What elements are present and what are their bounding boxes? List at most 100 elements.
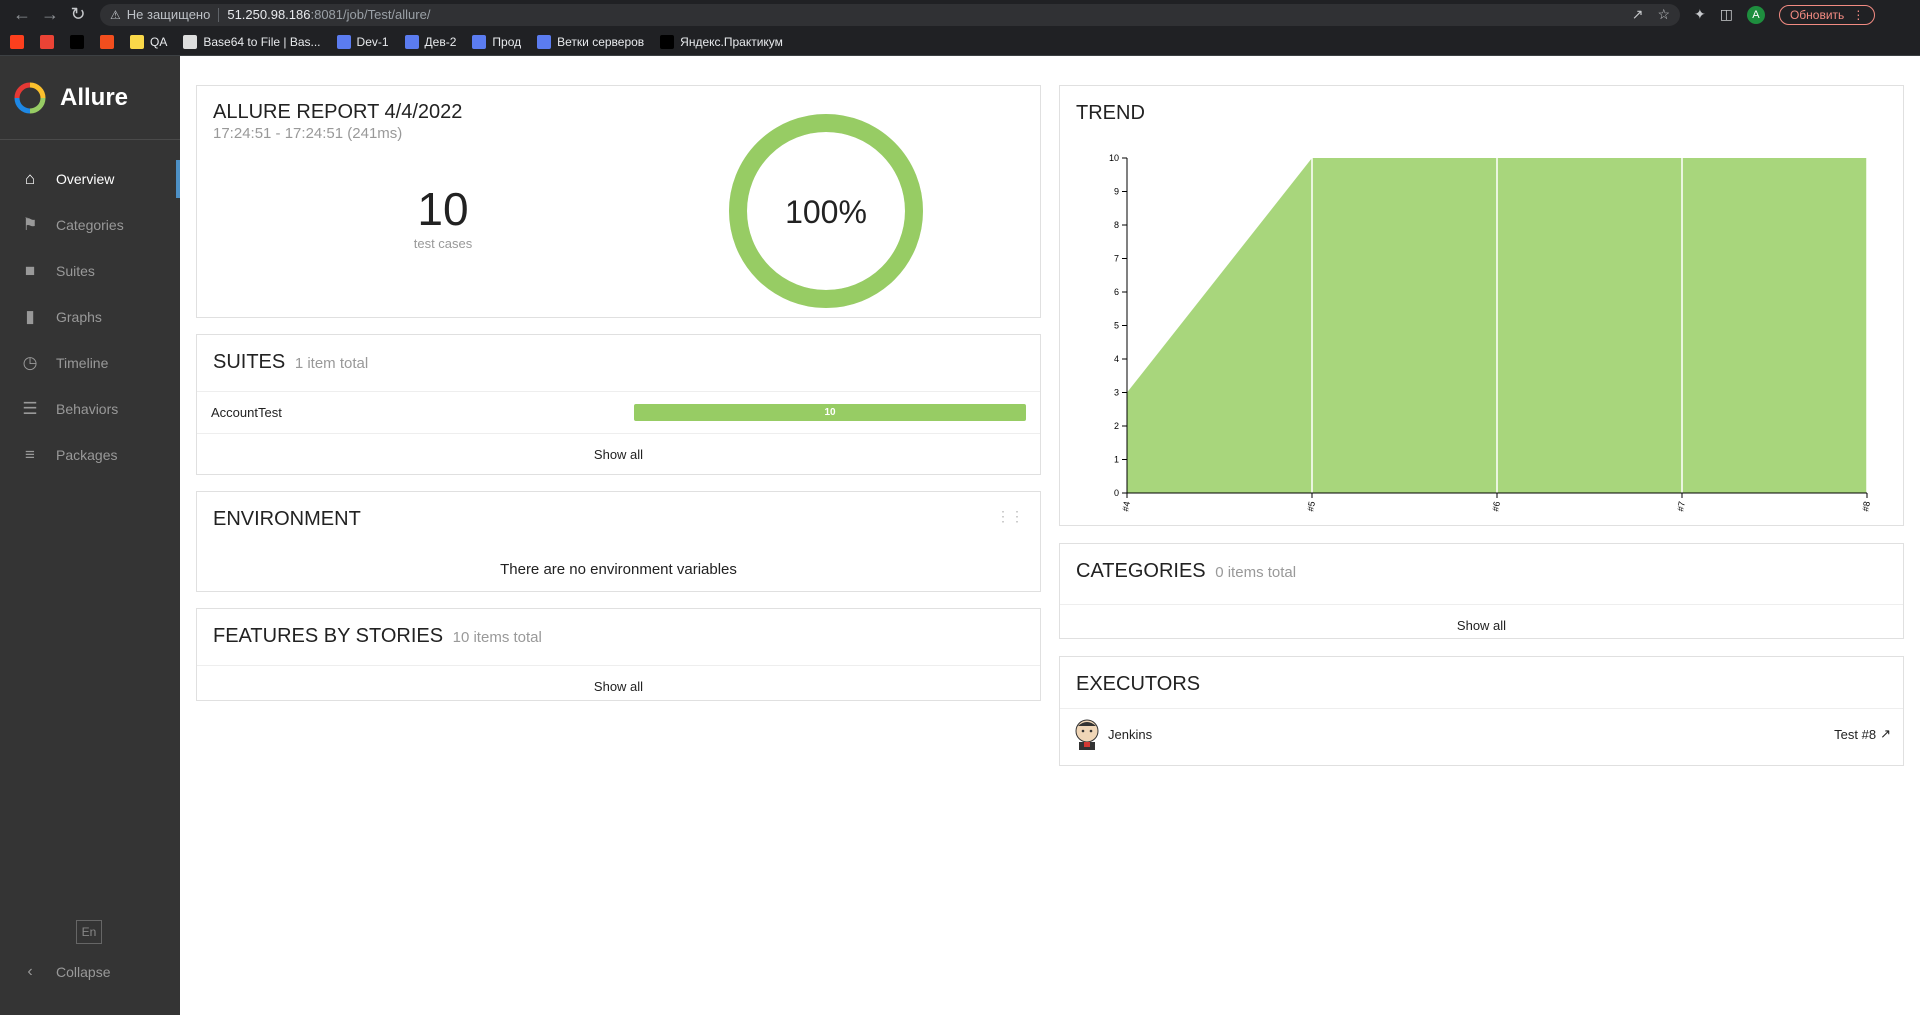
clock-icon: ◷ <box>22 353 38 372</box>
categories-subtitle: 0 items total <box>1215 564 1297 581</box>
profile-avatar[interactable]: A <box>1746 5 1765 24</box>
suites-header: SUITES 1 item total <box>197 335 1040 391</box>
figma-icon <box>100 35 114 49</box>
sidebar-item-packages[interactable]: ≡ Packages <box>0 432 180 478</box>
executors-title: EXECUTORS <box>1076 673 1201 695</box>
sidebar-item-suites[interactable]: ■ Suites <box>0 248 180 294</box>
collapse-button[interactable]: ‹ Collapse <box>18 963 110 981</box>
url-host: 51.250.98.186 <box>227 7 311 22</box>
executor-build: Test #8 <box>1834 726 1877 742</box>
environment-widget: ENVIRONMENT ⋮⋮ There are no environment … <box>196 491 1041 592</box>
bar-chart-icon: ▮ <box>25 307 35 326</box>
warning-icon: ⚠ <box>110 7 121 22</box>
youtrack-icon <box>70 35 84 49</box>
brand[interactable]: Allure <box>0 56 180 140</box>
suite-name: AccountTest <box>211 405 282 420</box>
suites-title: SUITES <box>213 351 286 373</box>
categories-header: CATEGORIES 0 items total <box>1060 544 1903 604</box>
x-tick-label: #6 <box>1490 501 1502 513</box>
reload-button[interactable]: ↻ <box>64 1 92 29</box>
suites-subtitle: 1 item total <box>294 355 369 372</box>
sidebar-item-overview[interactable]: ⌂ Overview <box>0 156 180 202</box>
y-tick-label: 0 <box>1114 488 1119 498</box>
x-tick-label: #8 <box>1860 501 1872 513</box>
yandex-icon <box>10 35 24 49</box>
suite-row[interactable]: AccountTest 10 <box>197 391 1040 433</box>
bookmarks-bar: QA Base64 to File | Bas... Dev-1 Дев-2 Прод В… <box>0 29 1920 56</box>
x-tick-label: #7 <box>1675 501 1687 513</box>
bookmark-label: QA <box>150 35 168 49</box>
sidebar-item-timeline[interactable]: ◷ Timeline <box>0 340 180 386</box>
gmail-icon <box>40 35 54 49</box>
home-icon: ⌂ <box>24 169 36 188</box>
drag-handle-icon[interactable]: ⋮⋮ <box>996 508 1024 525</box>
features-title: FEATURES BY STORIES <box>213 625 444 647</box>
external-link-icon: ↗ <box>1880 726 1891 741</box>
x-tick-label: #4 <box>1120 501 1132 513</box>
bookmark-1[interactable] <box>40 35 54 49</box>
sidebar-item-label: Behaviors <box>56 401 119 417</box>
update-button[interactable]: Обновить ⋮ <box>1778 4 1876 25</box>
folder-icon <box>130 35 144 49</box>
sidebar-menu: ⌂ Overview ⚑ Categories ■ Suites ▮ Graphs ◷ Timel… <box>0 156 180 478</box>
bookmark-7[interactable]: Дев-2 <box>404 35 456 49</box>
sidebar-item-behaviors[interactable]: ☰ Behaviors <box>0 386 180 432</box>
features-widget: FEATURES BY STORIES 10 items total Show … <box>196 608 1041 701</box>
suites-show-all[interactable]: Show all <box>197 433 1040 474</box>
environment-empty: There are no environment variables <box>500 561 737 578</box>
practicum-icon <box>660 35 675 49</box>
bookmark-2[interactable] <box>70 35 84 49</box>
align-left-icon: ≡ <box>25 445 35 464</box>
page-icon <box>472 35 487 49</box>
executors-widget: EXECUTORS Jenkins Test #8 ↗ <box>1059 656 1904 766</box>
share-icon[interactable]: ↗ <box>1632 6 1644 23</box>
executor-name: Jenkins <box>1108 726 1153 742</box>
suite-passed-bar: 10 <box>634 404 1026 421</box>
y-tick-label: 6 <box>1114 287 1119 297</box>
bookmark-5[interactable]: Base64 to File | Bas... <box>183 35 321 49</box>
trend-title: TREND <box>1076 102 1145 124</box>
executor-build-link[interactable]: Test #8 ↗ <box>1834 726 1891 742</box>
success-rate: 100% <box>785 194 867 230</box>
bookmark-label: Dev-1 <box>356 35 389 49</box>
bookmark-4[interactable]: QA <box>130 35 167 49</box>
sidebar: Allure ⌂ Overview ⚑ Categories ■ Suites ▮ Graph… <box>0 56 180 1015</box>
features-show-all[interactable]: Show all <box>197 665 1040 706</box>
summary-widget: ALLURE REPORT 4/4/2022 17:24:51 - 17:24:… <box>196 85 1041 318</box>
browser-toolbar: ← → ↻ ⚠ Не защищено 51.250.98.186 :8081/… <box>0 0 1920 29</box>
bookmark-10[interactable]: Яндекс.Практикум <box>660 35 783 49</box>
executor-row[interactable]: Jenkins Test #8 ↗ <box>1060 708 1903 759</box>
list-icon: ☰ <box>22 399 38 418</box>
allure-app: Allure ⌂ Overview ⚑ Categories ■ Suites ▮ Graph… <box>0 56 1920 1015</box>
base64-icon <box>183 35 198 49</box>
bookmark-9[interactable]: Ветки серверов <box>537 35 644 49</box>
bookmark-6[interactable]: Dev-1 <box>336 35 389 49</box>
bookmark-label: Прод <box>492 35 522 49</box>
update-label: Обновить <box>1789 7 1845 22</box>
language-switch[interactable]: En <box>76 920 102 944</box>
sidebar-item-graphs[interactable]: ▮ Graphs <box>0 294 180 340</box>
page-icon <box>404 35 419 49</box>
side-panel-icon[interactable]: ◫ <box>1720 6 1733 23</box>
sidebar-item-label: Overview <box>56 171 115 187</box>
forward-button[interactable]: → <box>36 1 64 29</box>
bookmark-8[interactable]: Прод <box>472 35 521 49</box>
star-icon[interactable]: ☆ <box>1657 6 1670 23</box>
categories-title: CATEGORIES <box>1076 560 1206 582</box>
features-header: FEATURES BY STORIES 10 items total <box>197 609 1040 665</box>
trend-chart: 0 1 2 3 4 5 6 7 8 9 10 #4 #5 #6 #7 #8 <box>1109 153 1872 513</box>
back-button[interactable]: ← <box>8 1 36 29</box>
sidebar-item-categories[interactable]: ⚑ Categories <box>0 202 180 248</box>
url-path: :8081/job/Test/allure/ <box>310 7 431 22</box>
extensions-icon[interactable]: ✦ <box>1694 6 1706 23</box>
flag-icon: ⚑ <box>22 215 38 234</box>
bookmark-0[interactable] <box>10 35 24 49</box>
address-bar[interactable]: ⚠ Не защищено 51.250.98.186 :8081/job/Te… <box>100 3 1680 26</box>
environment-title: ENVIRONMENT <box>213 508 361 530</box>
y-tick-label: 1 <box>1114 455 1119 465</box>
categories-show-all[interactable]: Show all <box>1060 604 1903 645</box>
allure-logo-icon <box>14 82 46 113</box>
bookmark-3[interactable] <box>100 35 114 49</box>
jenkins-avatar-icon <box>1075 719 1099 750</box>
brand-name: Allure <box>60 83 129 111</box>
